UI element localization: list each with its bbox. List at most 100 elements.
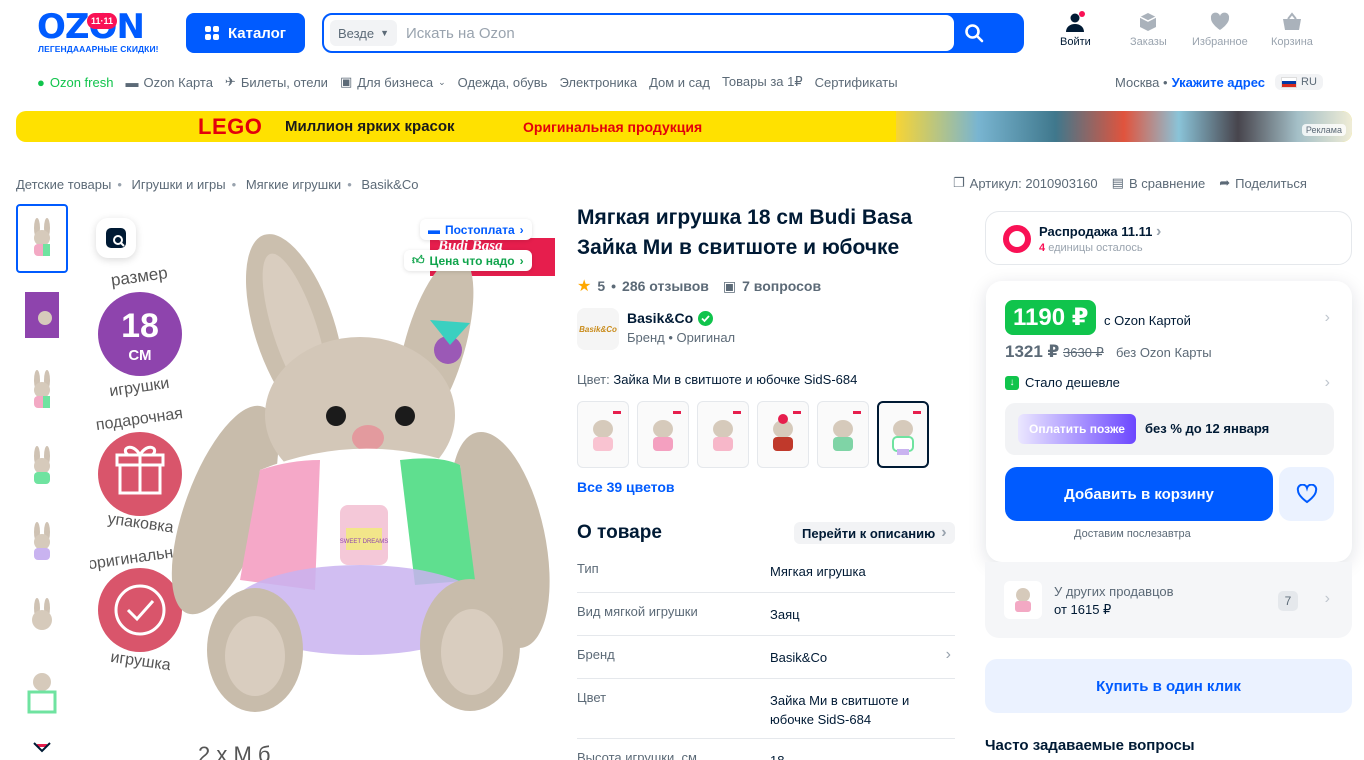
search-bar: Везде ▼ Искать на Ozon xyxy=(322,13,1024,53)
color-swatch-selected[interactable] xyxy=(877,401,929,468)
article-copy[interactable]: ❐ Артикул: 2010903160 xyxy=(953,175,1098,191)
breadcrumb-separator: • xyxy=(117,177,122,192)
swatch-image xyxy=(653,410,681,451)
pay-later-block[interactable]: Оплатить позже без % до 12 января xyxy=(1005,403,1334,455)
nav-item-home[interactable]: Дом и сад xyxy=(649,75,710,90)
ad-banner[interactable]: LEGO Миллион ярких красок Оригинальная п… xyxy=(16,111,1352,142)
breadcrumb-item[interactable]: Игрушки и игры xyxy=(132,177,226,192)
breadcrumb-item[interactable]: Basik&Co xyxy=(361,177,418,192)
breadcrumb-item[interactable]: Мягкие игрушки xyxy=(246,177,341,192)
logo-subtitle: ЛЕГЕНДАААРНЫЕ СКИДКИ! xyxy=(38,44,159,54)
spec-row[interactable]: Бренд Basik&Co › xyxy=(577,636,955,679)
nav-item-certificates[interactable]: Сертификаты xyxy=(815,75,898,90)
compare-button[interactable]: ▤ В сравнение xyxy=(1112,175,1206,191)
brand-logo: Basik&Co xyxy=(577,308,619,350)
other-sellers-thumbnail xyxy=(1004,581,1042,619)
color-label-value: Зайка Ми в свитшоте и юбочке SidS-684 xyxy=(613,372,858,387)
card-icon: ▬ xyxy=(428,222,440,237)
gift-badge-top: подарочная xyxy=(95,405,184,434)
postpay-pill[interactable]: ▬ Постоплата › xyxy=(420,219,532,240)
plane-icon: ✈ xyxy=(224,74,236,89)
add-to-cart-button[interactable]: Добавить в корзину xyxy=(1005,467,1273,521)
faq-heading: Часто задаваемые вопросы xyxy=(985,737,1195,754)
price-drop-row[interactable]: ↓ Стало дешевле xyxy=(1005,375,1120,390)
chevron-right-icon: › xyxy=(519,222,524,237)
add-to-favorites-button[interactable] xyxy=(1279,467,1334,521)
spec-value: Заяц xyxy=(770,607,800,622)
cart-icon xyxy=(1282,12,1301,30)
sale-banner[interactable]: Распродажа 11.11 › 4 единицы осталось xyxy=(985,211,1352,265)
catalog-button[interactable]: Каталог xyxy=(186,13,305,53)
brand-block[interactable]: Basik&Co Basik&Co Бренд • Оригинал xyxy=(577,308,735,350)
color-label: Цвет: Зайка Ми в свитшоте и юбочке SidS-… xyxy=(577,372,857,387)
other-sellers-price: от 1615 ₽ xyxy=(1054,602,1112,617)
language-select[interactable]: RU xyxy=(1275,74,1323,90)
address-link[interactable]: Укажите адрес xyxy=(1172,75,1265,90)
question-icon: ▣ xyxy=(722,277,737,294)
box-icon xyxy=(1140,13,1157,31)
ozon-logo[interactable]: OZON 11·11 ЛЕГЕНДАААРНЫЕ СКИДКИ! xyxy=(37,10,165,56)
image-search-icon xyxy=(106,228,126,248)
nav-item-tickets[interactable]: ✈ Билеты, отели xyxy=(225,74,328,90)
search-scope-select[interactable]: Везде ▼ xyxy=(330,20,398,46)
product-main-image[interactable]: Budi Basa 18 СМ размер игрушки подарочна… xyxy=(90,210,560,760)
share-icon: ➦ xyxy=(1219,175,1231,190)
breadcrumb-item[interactable]: Детские товары xyxy=(16,177,111,192)
stock-left-count: 4 xyxy=(1039,242,1046,254)
orders-button[interactable]: Заказы xyxy=(1130,11,1167,48)
nav-item-clothes[interactable]: Одежда, обувь xyxy=(458,75,548,90)
breadcrumb: Детские товары • Игрушки и игры • Мягкие и… xyxy=(16,177,418,192)
spec-key: Тип xyxy=(577,561,599,576)
search-input[interactable]: Везде ▼ Искать на Ozon xyxy=(324,15,954,51)
thumbnail[interactable] xyxy=(16,204,68,273)
rating-row[interactable]: ★ 5 • 286 отзывов ▣ 7 вопросов xyxy=(577,276,821,296)
go-to-description-button[interactable]: Перейти к описанию › xyxy=(794,522,955,544)
language-code: RU xyxy=(1301,76,1317,88)
swatch-image xyxy=(833,410,861,451)
nav-item-card[interactable]: ▬ Ozon Карта xyxy=(125,75,212,90)
sale-title: Распродажа 11.11 xyxy=(1039,224,1153,239)
good-price-pill[interactable]: 👍︎ Цена что надо › xyxy=(404,250,532,271)
nav-item-electronics[interactable]: Электроника xyxy=(559,75,637,90)
spec-key: Бренд xyxy=(577,647,615,662)
chevron-right-icon[interactable]: › xyxy=(1325,309,1330,327)
nav-label: Ozon Карта xyxy=(143,74,213,90)
all-colors-link[interactable]: Все 39 цветов xyxy=(577,479,675,495)
thumbnail[interactable] xyxy=(16,432,68,501)
copy-icon: ❐ xyxy=(953,175,965,190)
pay-later-button[interactable]: Оплатить позже xyxy=(1018,414,1136,444)
leaf-icon: ● xyxy=(37,74,45,90)
thumbnail[interactable] xyxy=(16,280,68,349)
nav-item-fresh[interactable]: ● Ozon fresh xyxy=(37,75,113,90)
cart-button[interactable]: Корзина xyxy=(1271,11,1313,48)
thumbnail[interactable] xyxy=(16,508,68,577)
chevron-right-icon[interactable]: › xyxy=(1325,374,1330,392)
chevron-down-icon[interactable] xyxy=(32,740,52,754)
login-button[interactable]: Войти xyxy=(1060,11,1091,48)
color-swatch[interactable] xyxy=(817,401,869,468)
thumbnail[interactable] xyxy=(16,660,68,729)
buy-one-click-button[interactable]: Купить в один клик xyxy=(985,659,1352,713)
favorites-button[interactable]: Избранное xyxy=(1192,11,1248,48)
other-sellers[interactable]: У других продавцов от 1615 ₽ 7 › xyxy=(985,562,1352,638)
nav-label: Ozon fresh xyxy=(49,74,114,90)
color-swatch[interactable] xyxy=(637,401,689,468)
color-swatch[interactable] xyxy=(577,401,629,468)
brand-subtitle: Бренд • Оригинал xyxy=(627,330,736,345)
thumbnail[interactable] xyxy=(16,584,68,653)
nav-item-1rub[interactable]: Товары за 1₽ xyxy=(722,74,803,90)
visual-search-button[interactable] xyxy=(96,218,136,258)
promo-thumbnail-image xyxy=(25,291,59,338)
nav-label: Для бизнеса xyxy=(357,74,434,90)
color-swatch[interactable] xyxy=(697,401,749,468)
city: Москва xyxy=(1115,74,1160,90)
color-swatch[interactable] xyxy=(757,401,809,468)
spec-row: Цвет Зайка Ми в свитшоте и юбочке SidS-68… xyxy=(577,679,955,739)
swatch-image xyxy=(892,410,921,455)
search-icon[interactable] xyxy=(964,23,984,43)
login-label: Войти xyxy=(1060,36,1091,48)
bunny-thumbnail-image xyxy=(1015,588,1031,612)
thumbnail[interactable] xyxy=(16,356,68,425)
share-button[interactable]: ➦ Поделиться xyxy=(1219,175,1307,191)
nav-item-business[interactable]: ▣ Для бизнеса ⌄ xyxy=(340,74,446,90)
